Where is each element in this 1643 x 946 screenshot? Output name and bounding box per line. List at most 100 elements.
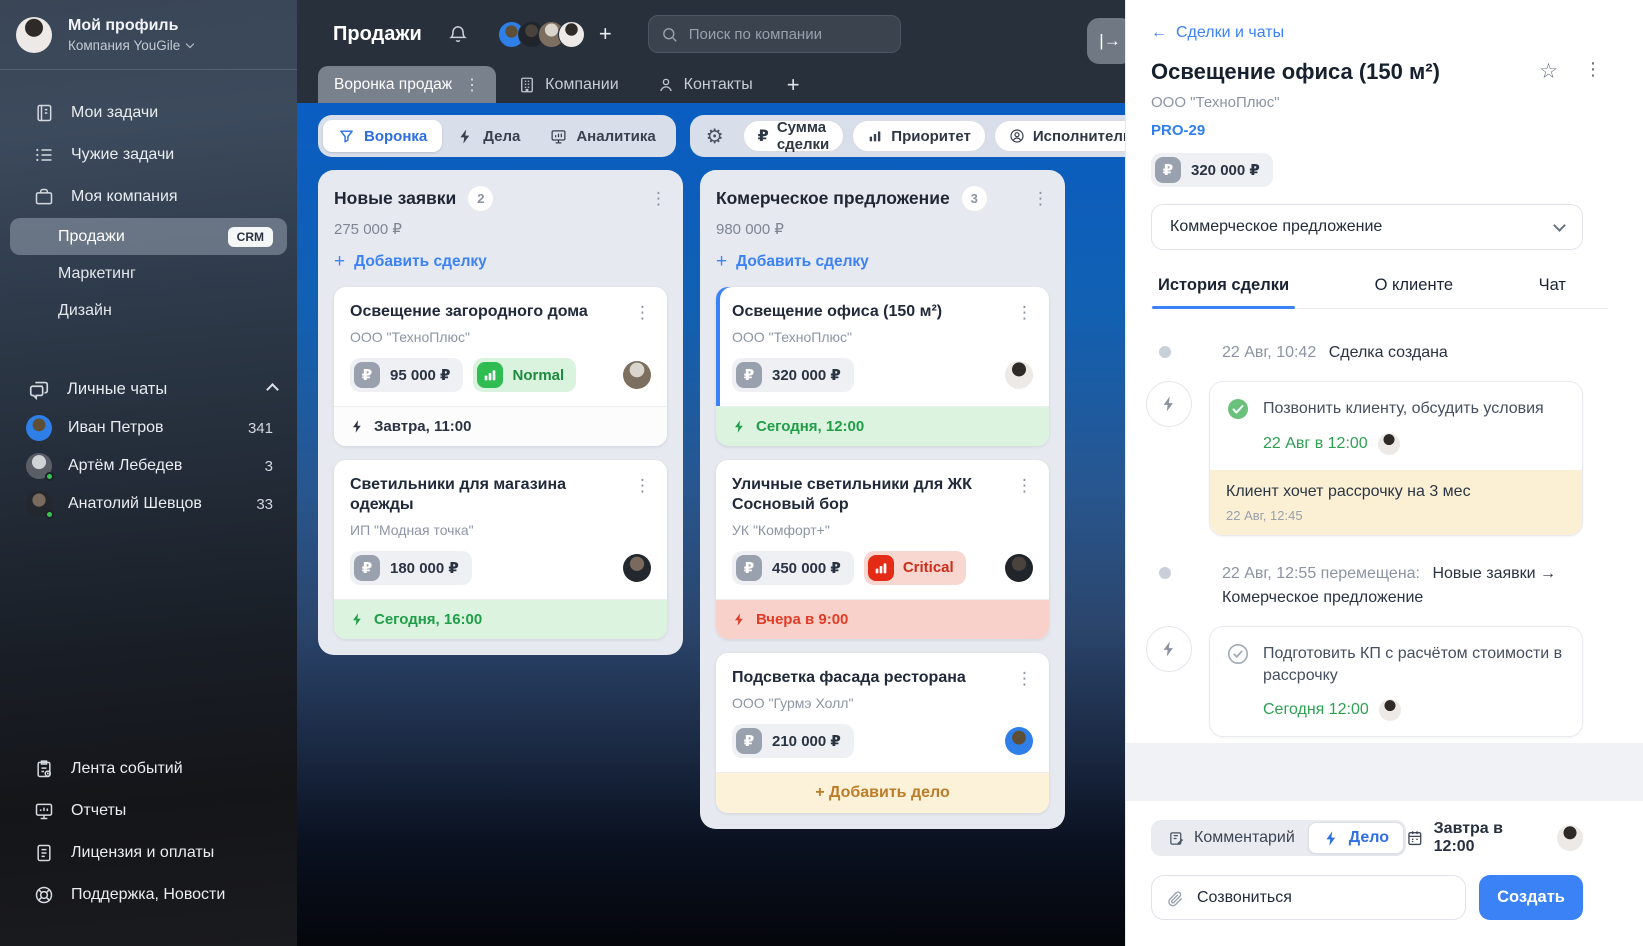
tab-companies[interactable]: Компании: [502, 66, 635, 103]
tab-label: Воронка продаж: [334, 75, 453, 93]
ruble-icon: ₽: [736, 727, 762, 754]
note-time: 22 Авг, 12:45: [1226, 508, 1303, 524]
sidebar-item-design[interactable]: Дизайн: [10, 292, 287, 329]
dots-vertical-icon[interactable]: ⋮: [1584, 59, 1602, 80]
add-tab-button[interactable]: +: [775, 66, 812, 103]
deal-details-panel: ← Сделки и чаты Освещение офиса (150 м²)…: [1125, 0, 1643, 946]
list-icon: [34, 145, 54, 165]
view-analytics[interactable]: Аналитика: [535, 120, 670, 152]
lifebuoy-icon: [34, 885, 54, 905]
filter-priority[interactable]: Приоритет: [852, 120, 986, 152]
task-input[interactable]: [1195, 887, 1451, 908]
deal-due-overdue[interactable]: Вчера в 9:00: [716, 598, 1049, 639]
filter-deal-amount[interactable]: ₽ Сумма сделки: [742, 119, 845, 153]
tab-about-client[interactable]: О клиенте: [1373, 276, 1456, 308]
task-due[interactable]: Сегодня 12:00: [1263, 701, 1369, 719]
checkbox-open-icon[interactable]: [1226, 642, 1250, 666]
chat-ivan-petrov[interactable]: Иван Петров 341: [0, 409, 297, 447]
search-input[interactable]: [686, 24, 890, 44]
view-tasks[interactable]: Дела: [442, 120, 535, 152]
sidebar-item-license[interactable]: Лицензия и оплаты: [0, 832, 297, 874]
deal-card[interactable]: Освещение загородного дома ⋮ ООО "ТехноП…: [334, 287, 667, 446]
card-menu-icon[interactable]: ⋮: [1016, 303, 1033, 323]
tab-contacts[interactable]: Контакты: [641, 66, 769, 103]
panel-tabs: История сделки О клиенте Чат: [1151, 276, 1608, 310]
filters-group: ⚙ ₽ Сумма сделки Приоритет Исполнитель +: [689, 115, 1190, 157]
avatar: [26, 453, 54, 481]
tab-label: Компании: [545, 75, 619, 93]
member-avatars: [497, 20, 585, 48]
column-menu-icon[interactable]: ⋮: [650, 189, 667, 209]
deal-due[interactable]: Сегодня, 16:00: [334, 598, 667, 639]
add-deal-button[interactable]: + Добавить сделку: [334, 251, 667, 273]
plus-icon: +: [334, 251, 346, 272]
column-menu-icon[interactable]: ⋮: [1032, 189, 1049, 209]
avatar: [623, 361, 651, 389]
stage-select[interactable]: Коммерческое предложение: [1151, 204, 1583, 251]
deal-due[interactable]: Завтра, 11:00: [334, 406, 667, 446]
due-text: Сегодня, 16:00: [374, 610, 483, 628]
due-date-picker[interactable]: Завтра в 12:00: [1406, 820, 1546, 856]
toggle-task[interactable]: Дело: [1307, 822, 1404, 854]
add-deal-button[interactable]: + Добавить сделку: [716, 251, 1049, 273]
toggle-comment[interactable]: Комментарий: [1154, 823, 1309, 853]
funnel-icon: [338, 128, 355, 145]
bell-icon[interactable]: [448, 24, 468, 44]
add-member-button[interactable]: +: [599, 21, 612, 47]
deal-card[interactable]: Подсветка фасада ресторана ⋮ ООО "Гурмэ …: [716, 652, 1049, 813]
sidebar-item-my-tasks[interactable]: Мои задачи: [0, 92, 297, 134]
column-commercial-offer: Комерческое предложение 3 ⋮ 980 000 ₽ + …: [700, 170, 1065, 829]
deal-due[interactable]: Сегодня, 12:00: [716, 406, 1049, 446]
due-text: Вчера в 9:00: [756, 610, 849, 628]
project-label: Дизайн: [58, 301, 112, 319]
personal-chats-header[interactable]: Личные чаты: [0, 369, 297, 409]
profile-block[interactable]: Мой профиль Компания YouGile: [0, 0, 297, 70]
amount-pill: ₽210 000 ₽: [732, 723, 854, 758]
tab-chat[interactable]: Чат: [1537, 276, 1568, 308]
star-icon[interactable]: ☆: [1539, 59, 1558, 84]
card-menu-icon[interactable]: ⋮: [1016, 669, 1033, 689]
create-button[interactable]: Создать: [1479, 875, 1583, 920]
gear-icon[interactable]: ⚙: [695, 124, 735, 149]
sidebar-item-support[interactable]: Поддержка, Новости: [0, 874, 297, 916]
sidebar-item-sales[interactable]: Продажи CRM: [10, 218, 287, 255]
deal-card[interactable]: Уличные светильники для ЖК Сосновый бор …: [716, 460, 1049, 639]
sidebar-item-others-tasks[interactable]: Чужие задачи: [0, 134, 297, 176]
bar-chart-icon: [867, 128, 883, 144]
sidebar-item-marketing[interactable]: Маркетинг: [10, 255, 287, 292]
tab-deal-history[interactable]: История сделки: [1151, 276, 1296, 310]
lightning-icon: [457, 128, 474, 145]
avatar: [26, 415, 52, 441]
card-menu-icon[interactable]: ⋮: [634, 303, 651, 323]
task-due[interactable]: 22 Авг в 12:00: [1263, 435, 1368, 453]
add-task-label: + Добавить дело: [815, 783, 950, 801]
view-funnel[interactable]: Воронка: [323, 120, 443, 152]
profile-avatar[interactable]: [16, 16, 52, 53]
card-menu-icon[interactable]: ⋮: [634, 476, 651, 496]
deal-card-selected[interactable]: Освещение офиса (150 м²) ⋮ ООО "ТехноПлю…: [716, 287, 1049, 446]
chat-name: Иван Петров: [68, 419, 164, 436]
sidebar-item-my-company[interactable]: Моя компания: [0, 176, 297, 218]
sidebar-item-event-feed[interactable]: Лента событий: [0, 748, 297, 790]
tab-sales-funnel[interactable]: Воронка продаж ⋮: [318, 66, 497, 103]
note-text: Клиент хочет рассрочку на 3 мес: [1226, 483, 1471, 501]
deal-card[interactable]: Светильники для магазина одежды ⋮ ИП "Мо…: [334, 460, 667, 639]
event-text: Новые заявки →: [1432, 565, 1557, 583]
deal-company: ООО "ТехноПлюс": [732, 329, 852, 345]
add-deal-label: Добавить сделку: [354, 253, 487, 270]
sidebar-item-reports[interactable]: Отчеты: [0, 790, 297, 832]
checkbox-done-icon[interactable]: [1226, 397, 1250, 421]
dots-vertical-icon[interactable]: ⋮: [464, 75, 480, 95]
avatar[interactable]: [1557, 825, 1583, 851]
timeline-task: Подготовить КП с расчётом стоимости в ра…: [1146, 626, 1583, 737]
card-menu-icon[interactable]: ⋮: [1016, 476, 1033, 496]
company-search[interactable]: [647, 15, 901, 53]
avatar[interactable]: [557, 20, 585, 48]
back-link[interactable]: ← Сделки и чаты: [1151, 24, 1608, 42]
chat-artem-lebedev[interactable]: Артём Лебедев 3: [0, 447, 297, 485]
ruble-icon: ₽: [736, 554, 762, 581]
chat-anatoly-shevtsov[interactable]: Анатолий Шевцов 33: [0, 485, 297, 523]
add-task-footer-button[interactable]: + Добавить дело: [716, 771, 1049, 813]
panel-divider-band: [1126, 743, 1643, 801]
paperclip-icon[interactable]: [1166, 889, 1184, 907]
